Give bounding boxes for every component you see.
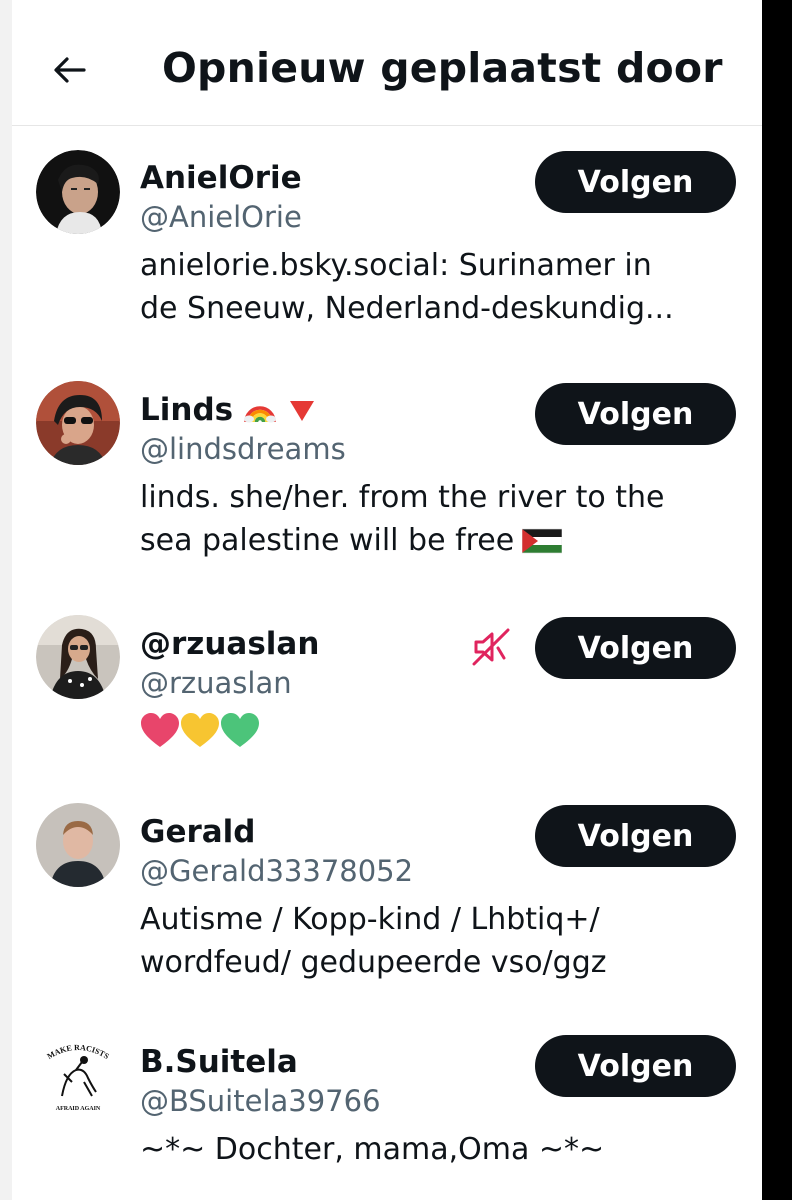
display-name: B.Suitela — [140, 1044, 298, 1080]
back-arrow-icon — [54, 57, 86, 83]
handle: @AnielOrie — [140, 200, 302, 234]
bio-line-2: sea palestine will be free — [140, 523, 515, 558]
avatar[interactable] — [36, 615, 120, 699]
handle: @rzuaslan — [140, 666, 292, 700]
reposted-by-panel: Opnieuw geplaatst door AnielOrie @AnielO… — [12, 0, 762, 1200]
user-row-rzuaslan[interactable]: @rzuaslan @rzuaslan Volgen — [12, 614, 762, 774]
follow-button[interactable]: Volgen — [535, 151, 736, 213]
palestine-flag-icon — [522, 528, 563, 553]
back-button[interactable] — [48, 48, 92, 92]
bio-line-1: anielorie.bsky.social: Surinamer in — [140, 248, 652, 283]
bio: Autisme / Kopp-kind / Lhbtiq+/ wordfeud/… — [140, 898, 730, 984]
follow-button[interactable]: Volgen — [535, 1035, 736, 1097]
bio: anielorie.bsky.social: Surinamer in de S… — [140, 244, 730, 330]
header: Opnieuw geplaatst door — [12, 0, 762, 126]
bio: ~*~ Dochter, mama,Oma ~*~ — [140, 1128, 730, 1171]
handle: @Gerald33378052 — [140, 854, 414, 888]
name-line: @rzuaslan — [140, 626, 319, 662]
user-row-bsuitela[interactable]: MAKE RACISTS AFRAID AGAIN B.Suitela @BSu… — [12, 1034, 762, 1200]
follow-button[interactable]: Volgen — [535, 805, 736, 867]
user-row-anielorie[interactable]: AnielOrie @AnielOrie anielorie.bsky.soci… — [12, 148, 762, 348]
heart-yellow-icon — [181, 713, 219, 747]
page-title: Opnieuw geplaatst door — [162, 44, 723, 92]
avatar[interactable]: MAKE RACISTS AFRAID AGAIN — [36, 1034, 120, 1118]
left-edge — [0, 0, 12, 1200]
display-name: AnielOrie — [140, 160, 302, 196]
name-line: AnielOrie — [140, 160, 302, 196]
avatar[interactable] — [36, 150, 120, 234]
handle: @BSuitela39766 — [140, 1084, 381, 1118]
bio-line-2: de Sneeuw, Nederland-deskundig... — [140, 291, 674, 326]
follow-button[interactable]: Volgen — [535, 383, 736, 445]
bio-hearts — [140, 712, 260, 750]
bio-line-1: linds. she/her. from the river to the — [140, 480, 665, 515]
follow-button[interactable]: Volgen — [535, 617, 736, 679]
display-name: Gerald — [140, 814, 256, 850]
bio-line-1: Autisme / Kopp-kind / Lhbtiq+/ — [140, 902, 600, 937]
red-triangle-icon — [290, 401, 315, 421]
bio-line-2: wordfeud/ gedupeerde vso/ggz — [140, 945, 607, 980]
bio: linds. she/her. from the river to the se… — [140, 476, 730, 562]
display-name: Linds — [140, 392, 234, 428]
heart-green-icon — [221, 713, 259, 747]
muted-icon — [472, 628, 510, 666]
avatar[interactable] — [36, 381, 120, 465]
avatar[interactable] — [36, 803, 120, 887]
name-line: Linds — [140, 392, 317, 428]
rainbow-icon — [244, 406, 277, 423]
right-strip — [762, 0, 792, 1200]
handle: @lindsdreams — [140, 432, 346, 466]
avatar-logo-text-bottom: AFRAID AGAIN — [56, 1106, 101, 1112]
display-name: @rzuaslan — [140, 626, 320, 662]
name-line: Gerald — [140, 814, 256, 850]
name-line: B.Suitela — [140, 1044, 298, 1080]
heart-pink-icon — [141, 713, 179, 747]
bio-line-1: ~*~ Dochter, mama,Oma ~*~ — [140, 1132, 605, 1167]
bio-line-2-wrap: sea palestine will be free — [140, 519, 730, 562]
user-row-gerald[interactable]: Gerald @Gerald33378052 Autisme / Kopp-ki… — [12, 802, 762, 1002]
user-row-linds[interactable]: Linds @lindsdreams linds. she/her. from … — [12, 380, 762, 580]
